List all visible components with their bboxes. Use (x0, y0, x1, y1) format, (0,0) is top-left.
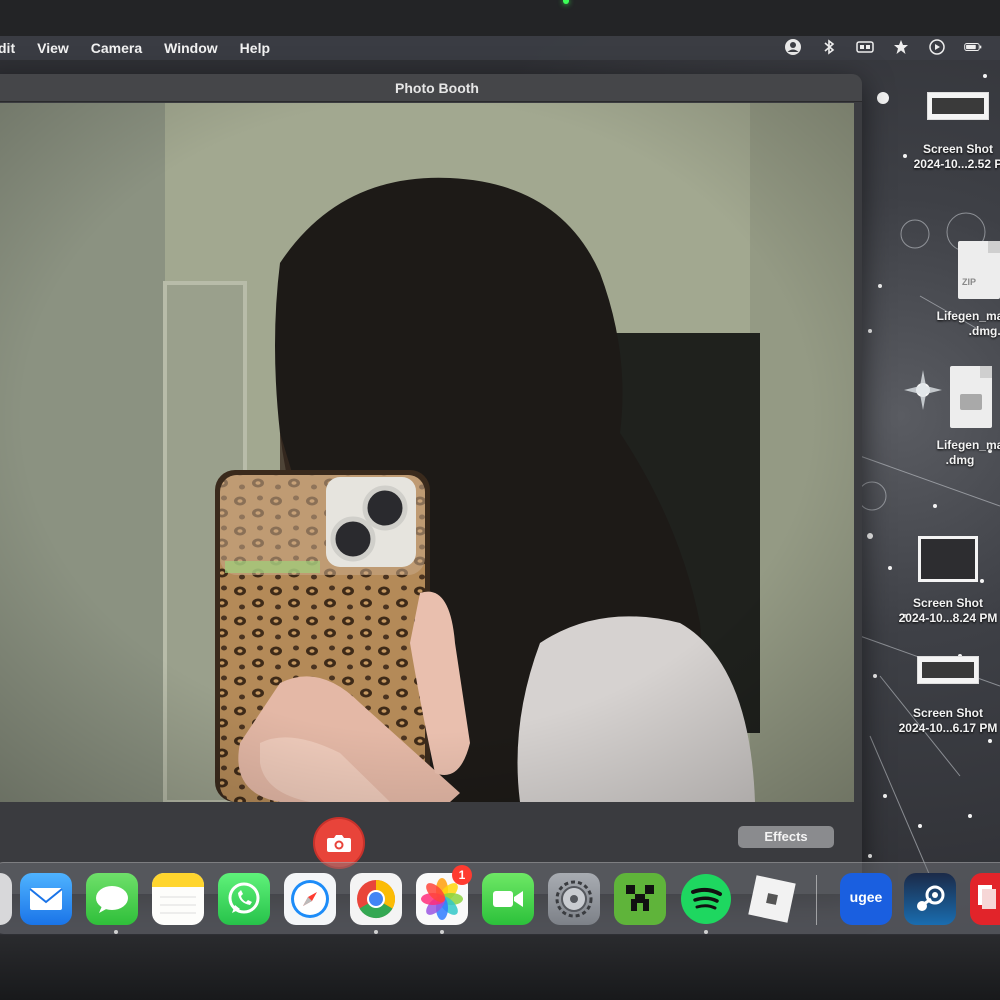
battery-icon[interactable] (964, 38, 982, 56)
dock-app-photo-booth[interactable] (970, 873, 1000, 925)
file-name-date: 2024-10...2.52 P (913, 157, 1000, 171)
running-indicator (440, 930, 444, 934)
steam-icon (917, 885, 945, 911)
dock-app-spotify[interactable] (680, 873, 732, 925)
camera-icon (327, 835, 351, 852)
dock-app-photos[interactable]: 1 (416, 865, 472, 925)
desktop-file-screenshot-1[interactable]: Screen Shot 2024-10...2.52 P (908, 92, 1000, 172)
photo-booth-window: Photo Booth Effects (0, 74, 862, 894)
facetime-icon (493, 891, 523, 907)
file-name: Screen Shot (922, 142, 994, 156)
running-indicator (374, 930, 378, 934)
dock-app-notes[interactable] (152, 873, 204, 925)
dock-app-ugee[interactable]: ugee (840, 873, 892, 925)
file-name-date: 2024-10...6.17 PM (898, 721, 998, 735)
window-titlebar[interactable]: Photo Booth (0, 74, 862, 102)
camera-preview (0, 103, 854, 802)
play-icon[interactable] (928, 38, 946, 56)
safari-icon (291, 880, 329, 918)
user-icon[interactable] (784, 38, 802, 56)
dock: 1 ugee (0, 862, 1000, 934)
bluetooth-icon[interactable] (820, 38, 838, 56)
dock-app-finder[interactable] (0, 873, 12, 925)
dock-app-system-settings[interactable] (548, 873, 600, 925)
file-name: Lifegen_mac (936, 309, 1000, 323)
desktop-file-screenshot-3[interactable]: Screen Shot 2024-10...6.17 PM (898, 656, 998, 736)
zip-file-icon: ZIP (958, 241, 1000, 299)
roblox-icon (748, 875, 796, 923)
menu-bar: dit View Camera Window Help (0, 36, 1000, 60)
gear-icon (555, 880, 593, 918)
file-name: Lifegen_mac (936, 438, 1000, 452)
status-menu-area (784, 38, 982, 56)
running-indicator (704, 930, 708, 934)
menu-help[interactable]: Help (229, 40, 281, 56)
desktop-file-lifegen-dmg[interactable]: Lifegen_mac .dmg (910, 366, 1000, 468)
file-name-ext: .dmg.zi (968, 324, 1000, 338)
whatsapp-icon (228, 882, 260, 914)
screenshot-thumbnail (918, 536, 978, 582)
file-name: Screen Shot (912, 596, 984, 610)
menu-view[interactable]: View (26, 40, 80, 56)
mail-icon (29, 888, 63, 910)
running-indicator (114, 930, 118, 934)
dock-app-chrome[interactable] (350, 873, 402, 925)
notification-badge: 1 (452, 865, 472, 885)
dock-app-whatsapp[interactable] (218, 873, 270, 925)
screenshot-thumbnail (927, 92, 989, 120)
chrome-icon (357, 879, 396, 919)
zip-label: ZIP (962, 277, 977, 287)
dock-app-roblox[interactable] (746, 873, 798, 925)
menu-window[interactable]: Window (153, 40, 229, 56)
dock-app-steam[interactable] (904, 873, 956, 925)
camera-feed-image (0, 103, 854, 802)
display-icon[interactable] (856, 38, 874, 56)
effects-button[interactable]: Effects (738, 826, 834, 848)
dock-app-facetime[interactable] (482, 873, 534, 925)
star-icon[interactable] (892, 38, 910, 56)
screen-bezel-top (0, 0, 1000, 36)
file-name-date: 2024-10...8.24 PM (898, 611, 998, 625)
dock-app-minecraft[interactable] (614, 873, 666, 925)
notes-icon (152, 873, 204, 914)
file-name-ext: .dmg (945, 453, 975, 467)
desktop-file-screenshot-2[interactable]: Screen Shot 2024-10...8.24 PM (898, 536, 998, 626)
spotify-icon (681, 874, 731, 924)
window-title: Photo Booth (395, 80, 479, 96)
creeper-icon (626, 885, 654, 911)
ugee-label: ugee (849, 889, 883, 905)
menu-camera[interactable]: Camera (80, 40, 153, 56)
dock-app-mail[interactable] (20, 873, 72, 925)
dock-separator (816, 875, 817, 925)
menu-edit[interactable]: dit (0, 40, 26, 56)
dock-app-safari[interactable] (284, 873, 336, 925)
file-name: Screen Shot (912, 706, 984, 720)
desktop-screen: dit View Camera Window Help Screen Shot … (0, 36, 1000, 936)
screen-bezel-bottom (0, 935, 1000, 1000)
messages-icon (96, 886, 128, 913)
dock-app-messages[interactable] (86, 873, 138, 925)
desktop-file-lifegen-zip[interactable]: ZIP Lifegen_mac .dmg.zi (910, 241, 1000, 339)
dmg-file-icon (950, 366, 992, 428)
photo-booth-icon (978, 885, 996, 909)
camera-indicator-light (563, 0, 569, 4)
screenshot-thumbnail (917, 656, 979, 684)
